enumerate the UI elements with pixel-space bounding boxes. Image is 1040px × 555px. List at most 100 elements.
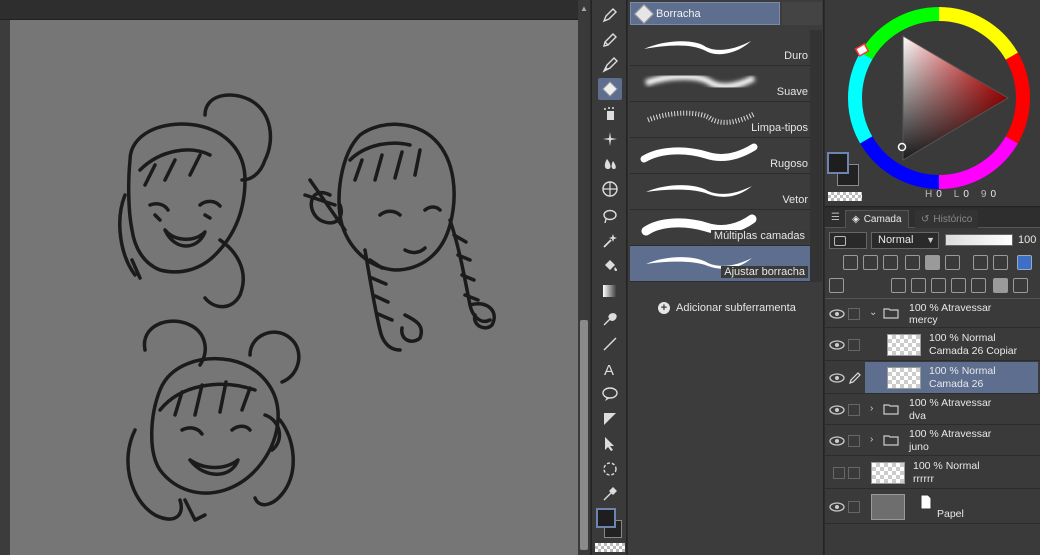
decoration-icon[interactable]	[598, 128, 622, 150]
main-color-swatch[interactable]	[827, 152, 849, 174]
chevron-right-icon[interactable]: ›	[870, 434, 873, 445]
subtool-name: Rugoso	[770, 158, 808, 170]
scroll-up-icon[interactable]: ▲	[580, 4, 588, 14]
layer-blend-label: 100 % Normal	[913, 460, 980, 472]
layer-row[interactable]: 100 % Normal rrrrrr	[825, 457, 1040, 489]
draft-icon[interactable]	[883, 255, 898, 270]
clip-icon[interactable]	[843, 255, 858, 270]
layer-color-selector[interactable]	[829, 232, 867, 249]
layer-row[interactable]: Papel	[825, 490, 1040, 524]
color-mode-icon[interactable]	[993, 255, 1008, 270]
new-vector-layer-icon[interactable]	[911, 278, 926, 293]
layer-row[interactable]: › 100 % Atravessar dva	[825, 395, 1040, 425]
layer-color-icon[interactable]	[1017, 255, 1032, 270]
eyedropper-icon[interactable]	[598, 308, 622, 330]
lasso-icon[interactable]	[598, 205, 622, 227]
color-wheel[interactable]	[843, 2, 1035, 194]
delete-layer-icon[interactable]	[1013, 278, 1028, 293]
layer-lock-checkbox[interactable]	[848, 435, 860, 447]
pencil-icon[interactable]	[598, 29, 622, 51]
folder-open-icon	[883, 308, 899, 319]
panel-toggle-icon[interactable]	[829, 278, 844, 293]
object-icon[interactable]	[598, 433, 622, 455]
subtool-tab[interactable]: Borracha	[630, 2, 780, 25]
add-subtool-label: Adicionar subferramenta	[676, 302, 796, 314]
paper-thumbnail	[871, 494, 905, 520]
opacity-slider[interactable]	[945, 234, 1013, 246]
main-color-swatch[interactable]	[596, 508, 616, 528]
layer-panel-tabs: ☰ ◈ Camada ↺ Histórico	[825, 208, 1040, 228]
line-icon[interactable]	[598, 333, 622, 355]
transparent-color-swatch[interactable]	[595, 543, 625, 552]
layer-name: dva	[909, 410, 926, 422]
magic-wand-icon[interactable]	[598, 230, 622, 252]
layer-lock-checkbox[interactable]	[848, 467, 860, 479]
h-label: H	[925, 189, 933, 200]
subtool-item-selected[interactable]: Ajustar borracha	[630, 246, 810, 282]
fill-icon[interactable]	[598, 255, 622, 277]
transparent-color-swatch[interactable]	[828, 192, 862, 201]
add-subtool-button[interactable]: + Adicionar subferramenta	[658, 302, 796, 314]
stroke-preview-icon	[647, 110, 756, 125]
merge-down-icon[interactable]	[951, 278, 966, 293]
layer-lock-checkbox[interactable]	[848, 308, 860, 320]
layer-row-selected[interactable]: 100 % Normal Camada 26	[825, 362, 1040, 394]
new-folder-icon[interactable]	[931, 278, 946, 293]
subtool-scrollbar[interactable]	[810, 30, 822, 282]
pen-icon[interactable]	[598, 4, 622, 26]
scrollbar-thumb[interactable]	[580, 320, 588, 550]
layer-row[interactable]: ⌄ 100 % Atravessar mercy	[825, 300, 1040, 328]
rotate-icon[interactable]	[598, 458, 622, 480]
text-icon[interactable]: A	[598, 358, 622, 380]
subtool-item[interactable]: Suave	[630, 66, 810, 102]
eye-icon[interactable]	[829, 371, 845, 385]
eye-icon[interactable]	[829, 434, 845, 448]
chevron-down-icon[interactable]: ⌄	[869, 307, 877, 318]
stroke-preview-icon	[646, 185, 752, 197]
eraser-icon[interactable]	[598, 78, 622, 100]
airbrush-icon[interactable]	[598, 103, 622, 125]
subtool-item[interactable]: Vetor	[630, 174, 810, 210]
eye-icon[interactable]	[829, 338, 845, 352]
dropper-icon[interactable]	[598, 483, 622, 505]
layer-row[interactable]: 100 % Normal Camada 26 Copiar	[825, 329, 1040, 361]
tab-history-label: Histórico	[933, 213, 973, 225]
eye-icon[interactable]	[829, 307, 845, 321]
mask-add-icon[interactable]	[993, 278, 1008, 293]
layer-lock-checkbox[interactable]	[848, 339, 860, 351]
visibility-checkbox[interactable]	[833, 467, 845, 479]
sketch-artwork	[118, 93, 496, 522]
tool-palette: A	[591, 0, 627, 555]
grid-icon[interactable]	[598, 178, 622, 200]
lock-transparency-icon[interactable]	[925, 255, 940, 270]
gradient-icon[interactable]	[598, 280, 622, 302]
balloon-icon[interactable]	[598, 383, 622, 405]
tab-history[interactable]: ↺ Histórico	[915, 210, 979, 228]
ruler-display-icon[interactable]	[973, 255, 988, 270]
folder-icon	[883, 435, 899, 446]
subtool-item[interactable]: Múltiplas camadas	[630, 210, 810, 246]
subtool-item[interactable]: Duro	[630, 30, 810, 66]
blend-icon[interactable]	[598, 153, 622, 175]
chevron-right-icon[interactable]: ›	[870, 403, 873, 414]
tab-layer[interactable]: ◈ Camada	[845, 210, 909, 228]
layer-lock-checkbox[interactable]	[848, 501, 860, 513]
eye-icon[interactable]	[829, 500, 845, 514]
menu-icon[interactable]: ☰	[831, 212, 840, 223]
subtool-name: Limpa-tipos	[751, 122, 808, 134]
layer-row[interactable]: › 100 % Atravessar juno	[825, 426, 1040, 456]
layer-lock-checkbox[interactable]	[848, 404, 860, 416]
lock-icon[interactable]	[905, 255, 920, 270]
drawing-canvas[interactable]	[10, 20, 578, 555]
blend-mode-select[interactable]: Normal ▼	[871, 232, 939, 249]
mask-icon[interactable]	[945, 255, 960, 270]
eye-icon[interactable]	[829, 403, 845, 417]
canvas-scrollbar[interactable]: ▲	[578, 0, 590, 555]
ruler-icon[interactable]	[598, 408, 622, 430]
reference-icon[interactable]	[863, 255, 878, 270]
new-raster-layer-icon[interactable]	[891, 278, 906, 293]
brush-icon[interactable]	[598, 54, 622, 76]
subtool-item[interactable]: Rugoso	[630, 138, 810, 174]
copy-layer-icon[interactable]	[971, 278, 986, 293]
subtool-item[interactable]: Limpa-tipos	[630, 102, 810, 138]
